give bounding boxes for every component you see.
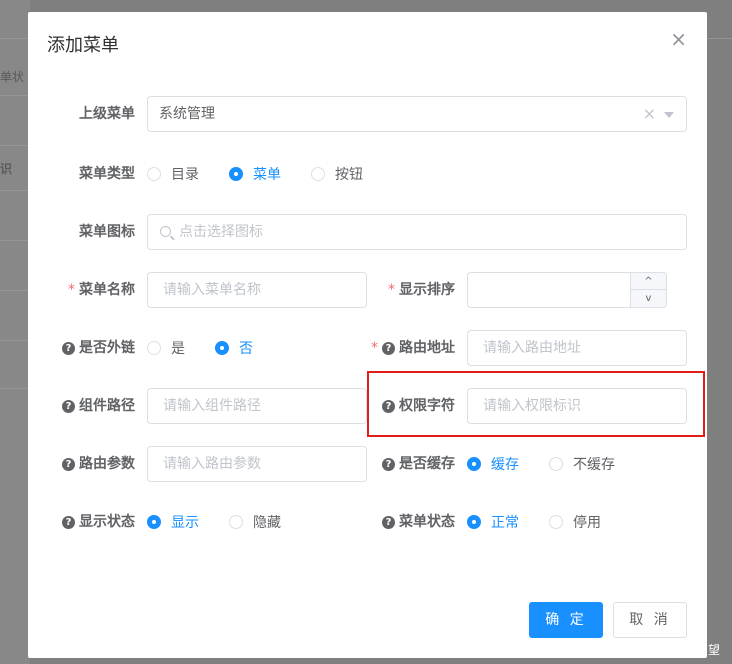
radio-menu-type-button[interactable]: 按钮 bbox=[311, 164, 363, 184]
status-label: ? 菜单状态 bbox=[368, 504, 455, 540]
help-icon[interactable]: ? bbox=[62, 516, 75, 529]
visible-label: ? 显示状态 bbox=[48, 504, 135, 540]
cancel-button[interactable]: 取 消 bbox=[613, 602, 687, 638]
query-label: ? 路由参数 bbox=[48, 446, 135, 482]
clear-icon[interactable]: × bbox=[643, 97, 656, 131]
radio-dot bbox=[215, 341, 229, 355]
menu-name-input[interactable]: 请输入菜单名称 bbox=[147, 272, 367, 308]
radio-dot bbox=[549, 515, 563, 529]
radio-dot bbox=[229, 167, 243, 181]
menu-name-label: * 菜单名称 bbox=[68, 282, 135, 298]
radio-visible-hide[interactable]: 隐藏 bbox=[229, 512, 281, 532]
background-divider bbox=[0, 290, 30, 291]
query-input[interactable]: 请输入路由参数 bbox=[147, 446, 367, 482]
path-placeholder: 请输入路由地址 bbox=[483, 340, 581, 356]
menu-name-placeholder: 请输入菜单名称 bbox=[163, 282, 261, 298]
help-icon[interactable]: ? bbox=[62, 458, 75, 471]
radio-dot bbox=[147, 515, 161, 529]
help-icon[interactable]: ? bbox=[62, 400, 75, 413]
path-input[interactable]: 请输入路由地址 bbox=[467, 330, 687, 366]
order-num-label: * 显示排序 bbox=[388, 282, 455, 298]
help-icon[interactable]: ? bbox=[382, 458, 395, 471]
radio-dot bbox=[467, 457, 481, 471]
radio-dot bbox=[229, 515, 243, 529]
background-divider bbox=[0, 95, 30, 96]
background-text-top: 单状 bbox=[0, 70, 25, 84]
confirm-button[interactable]: 确 定 bbox=[529, 602, 603, 638]
perms-placeholder: 请输入权限标识 bbox=[483, 398, 581, 414]
menu-type-label: 菜单类型 bbox=[79, 166, 135, 182]
background-divider bbox=[0, 388, 30, 389]
radio-is-frame-yes[interactable]: 是 bbox=[147, 338, 185, 358]
background-left bbox=[0, 0, 30, 664]
help-icon[interactable]: ? bbox=[62, 342, 75, 355]
is-frame-radio-group: 是 否 bbox=[147, 330, 283, 366]
is-frame-label: ? 是否外链 bbox=[48, 330, 135, 366]
status-radio-group: 正常 停用 bbox=[467, 504, 631, 540]
help-icon[interactable]: ? bbox=[382, 516, 395, 529]
visible-radio-group: 显示 隐藏 bbox=[147, 504, 311, 540]
component-input[interactable]: 请输入组件路径 bbox=[147, 388, 367, 424]
radio-dot bbox=[147, 167, 161, 181]
parent-menu-value: 系统管理 bbox=[159, 106, 215, 122]
close-icon[interactable]: × bbox=[670, 29, 687, 49]
chevron-down-icon[interactable] bbox=[664, 112, 674, 118]
help-icon[interactable]: ? bbox=[382, 342, 395, 355]
menu-icon-label: 菜单图标 bbox=[79, 224, 135, 240]
radio-status-normal[interactable]: 正常 bbox=[467, 512, 519, 532]
stepper-controls: ^ v bbox=[630, 273, 666, 307]
background-column-header: 识 bbox=[0, 162, 13, 176]
is-cache-radio-group: 缓存 不缓存 bbox=[467, 446, 645, 482]
query-placeholder: 请输入路由参数 bbox=[163, 456, 261, 472]
is-cache-label: ? 是否缓存 bbox=[368, 446, 455, 482]
menu-type-radio-group: 目录 菜单 按钮 bbox=[147, 156, 393, 192]
decrement-icon[interactable]: v bbox=[631, 290, 666, 307]
menu-icon-input[interactable]: 点击选择图标 bbox=[147, 214, 687, 250]
radio-menu-type-directory[interactable]: 目录 bbox=[147, 164, 199, 184]
help-icon[interactable]: ? bbox=[382, 400, 395, 413]
perms-label: ? 权限字符 bbox=[368, 388, 455, 424]
radio-status-disabled[interactable]: 停用 bbox=[549, 512, 601, 532]
radio-dot bbox=[467, 515, 481, 529]
menu-icon-placeholder: 点击选择图标 bbox=[179, 224, 263, 240]
radio-dot bbox=[549, 457, 563, 471]
background-divider-right bbox=[707, 38, 732, 39]
background-divider bbox=[0, 240, 30, 241]
search-icon bbox=[160, 226, 171, 237]
watermark: CSDN @望 望 bbox=[642, 643, 720, 657]
component-placeholder: 请输入组件路径 bbox=[163, 398, 261, 414]
dialog-title: 添加菜单 bbox=[47, 35, 119, 56]
radio-is-cache-cache[interactable]: 缓存 bbox=[467, 454, 519, 474]
radio-dot bbox=[147, 341, 161, 355]
component-label: ? 组件路径 bbox=[48, 388, 135, 424]
parent-menu-select[interactable]: 系统管理 × bbox=[147, 96, 687, 132]
radio-is-frame-no[interactable]: 否 bbox=[215, 338, 253, 358]
add-menu-dialog: 添加菜单 × 上级菜单 系统管理 × 菜单类型 目录 菜单 按钮 菜单图标 点击… bbox=[28, 12, 707, 658]
perms-input[interactable]: 请输入权限标识 bbox=[467, 388, 687, 424]
radio-dot bbox=[311, 167, 325, 181]
order-num-stepper[interactable]: ^ v bbox=[467, 272, 667, 308]
background-divider bbox=[0, 190, 30, 191]
path-label: *? 路由地址 bbox=[371, 340, 455, 356]
increment-icon[interactable]: ^ bbox=[631, 273, 666, 290]
radio-is-cache-no-cache[interactable]: 不缓存 bbox=[549, 454, 615, 474]
parent-menu-label: 上级菜单 bbox=[79, 106, 135, 122]
background-divider bbox=[0, 340, 30, 341]
radio-menu-type-menu[interactable]: 菜单 bbox=[229, 164, 281, 184]
background-divider bbox=[0, 145, 30, 146]
background-divider bbox=[0, 38, 30, 39]
radio-visible-show[interactable]: 显示 bbox=[147, 512, 199, 532]
